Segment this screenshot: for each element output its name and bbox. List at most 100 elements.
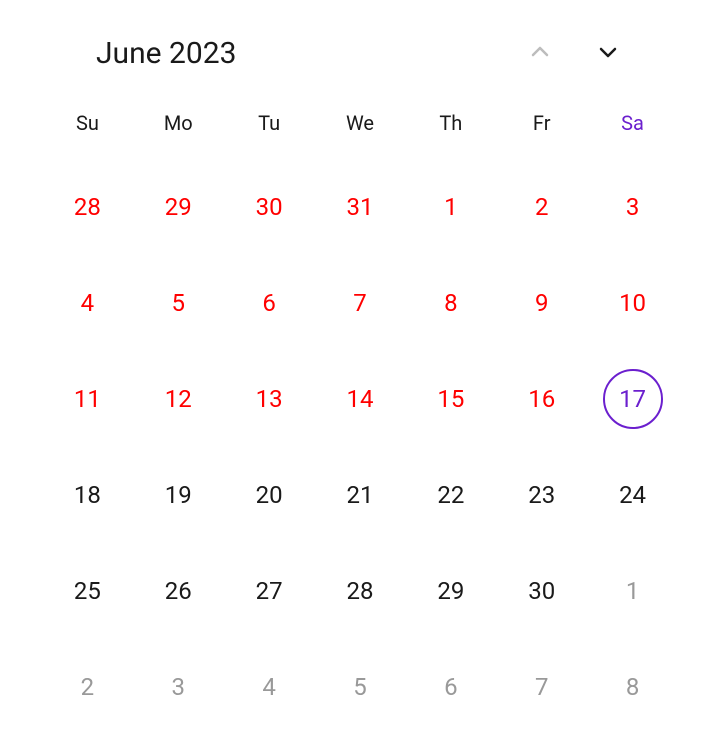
day-cell[interactable]: 1 xyxy=(405,159,496,255)
day-number: 29 xyxy=(437,577,464,605)
day-cell[interactable]: 25 xyxy=(42,543,133,639)
day-cell[interactable]: 12 xyxy=(133,351,224,447)
day-cell[interactable]: 8 xyxy=(587,639,678,735)
day-cell[interactable]: 30 xyxy=(496,543,587,639)
day-cell[interactable]: 31 xyxy=(315,159,406,255)
weekday-label: Mo xyxy=(133,95,224,159)
month-year-title: June 2023 xyxy=(96,36,236,71)
calendar-widget: June 2023 SuMoTuWeThFrSa 282930311234567… xyxy=(42,28,678,735)
day-number: 1 xyxy=(444,193,458,221)
day-number: 9 xyxy=(535,289,549,317)
day-number: 19 xyxy=(165,481,192,509)
day-number: 22 xyxy=(437,481,464,509)
day-cell[interactable]: 15 xyxy=(405,351,496,447)
day-number: 1 xyxy=(626,577,640,605)
day-cell[interactable]: 6 xyxy=(224,255,315,351)
day-cell[interactable]: 13 xyxy=(224,351,315,447)
day-number: 25 xyxy=(74,577,101,605)
day-number: 18 xyxy=(74,481,101,509)
day-cell[interactable]: 28 xyxy=(42,159,133,255)
weekday-row: SuMoTuWeThFrSa xyxy=(42,95,678,159)
day-number: 23 xyxy=(528,481,555,509)
day-number: 8 xyxy=(626,673,640,701)
day-number: 17 xyxy=(619,385,646,413)
day-cell[interactable]: 5 xyxy=(133,255,224,351)
day-number: 11 xyxy=(74,385,101,413)
days-grid: 2829303112345678910111213141516171819202… xyxy=(42,159,678,735)
day-cell[interactable]: 2 xyxy=(42,639,133,735)
prev-month-button[interactable] xyxy=(524,36,556,71)
day-cell[interactable]: 24 xyxy=(587,447,678,543)
day-number: 28 xyxy=(74,193,101,221)
day-number: 31 xyxy=(347,193,374,221)
day-cell[interactable]: 3 xyxy=(133,639,224,735)
day-cell[interactable]: 5 xyxy=(315,639,406,735)
day-cell[interactable]: 17 xyxy=(587,351,678,447)
day-cell[interactable]: 30 xyxy=(224,159,315,255)
day-cell[interactable]: 21 xyxy=(315,447,406,543)
day-cell[interactable]: 23 xyxy=(496,447,587,543)
weekday-label: Su xyxy=(42,95,133,159)
day-number: 2 xyxy=(81,673,95,701)
day-cell[interactable]: 14 xyxy=(315,351,406,447)
day-cell[interactable]: 10 xyxy=(587,255,678,351)
day-number: 4 xyxy=(81,289,95,317)
day-number: 30 xyxy=(256,193,283,221)
day-number: 29 xyxy=(165,193,192,221)
day-cell[interactable]: 22 xyxy=(405,447,496,543)
day-cell[interactable]: 19 xyxy=(133,447,224,543)
month-nav xyxy=(524,36,624,71)
weekday-label: Fr xyxy=(496,95,587,159)
next-month-button[interactable] xyxy=(592,36,624,71)
day-number: 10 xyxy=(619,289,646,317)
day-cell[interactable]: 18 xyxy=(42,447,133,543)
day-number: 6 xyxy=(262,289,276,317)
weekday-label: Th xyxy=(405,95,496,159)
day-number: 7 xyxy=(353,289,367,317)
day-cell[interactable]: 6 xyxy=(405,639,496,735)
day-cell[interactable]: 3 xyxy=(587,159,678,255)
day-number: 30 xyxy=(528,577,555,605)
day-cell[interactable]: 11 xyxy=(42,351,133,447)
day-cell[interactable]: 26 xyxy=(133,543,224,639)
day-number: 20 xyxy=(256,481,283,509)
calendar-header: June 2023 xyxy=(42,28,678,95)
day-cell[interactable]: 9 xyxy=(496,255,587,351)
day-cell[interactable]: 8 xyxy=(405,255,496,351)
day-cell[interactable]: 28 xyxy=(315,543,406,639)
day-cell[interactable]: 4 xyxy=(224,639,315,735)
day-number: 27 xyxy=(256,577,283,605)
weekday-label: We xyxy=(315,95,406,159)
day-number: 2 xyxy=(535,193,549,221)
day-number: 24 xyxy=(619,481,646,509)
day-cell[interactable]: 27 xyxy=(224,543,315,639)
chevron-down-icon xyxy=(596,40,620,67)
day-cell[interactable]: 1 xyxy=(587,543,678,639)
day-cell[interactable]: 7 xyxy=(315,255,406,351)
day-cell[interactable]: 29 xyxy=(405,543,496,639)
day-number: 7 xyxy=(535,673,549,701)
day-cell[interactable]: 20 xyxy=(224,447,315,543)
day-number: 12 xyxy=(165,385,192,413)
weekday-label: Sa xyxy=(587,95,678,159)
day-number: 14 xyxy=(347,385,374,413)
day-number: 21 xyxy=(347,481,374,509)
day-number: 4 xyxy=(262,673,276,701)
chevron-up-icon xyxy=(528,40,552,67)
day-cell[interactable]: 7 xyxy=(496,639,587,735)
day-cell[interactable]: 2 xyxy=(496,159,587,255)
day-number: 16 xyxy=(528,385,555,413)
day-number: 28 xyxy=(347,577,374,605)
day-cell[interactable]: 29 xyxy=(133,159,224,255)
day-number: 5 xyxy=(353,673,367,701)
day-number: 6 xyxy=(444,673,458,701)
day-number: 8 xyxy=(444,289,458,317)
day-number: 15 xyxy=(437,385,464,413)
day-number: 5 xyxy=(172,289,186,317)
day-number: 3 xyxy=(172,673,186,701)
day-cell[interactable]: 16 xyxy=(496,351,587,447)
day-cell[interactable]: 4 xyxy=(42,255,133,351)
day-number: 3 xyxy=(626,193,640,221)
day-number: 26 xyxy=(165,577,192,605)
weekday-label: Tu xyxy=(224,95,315,159)
